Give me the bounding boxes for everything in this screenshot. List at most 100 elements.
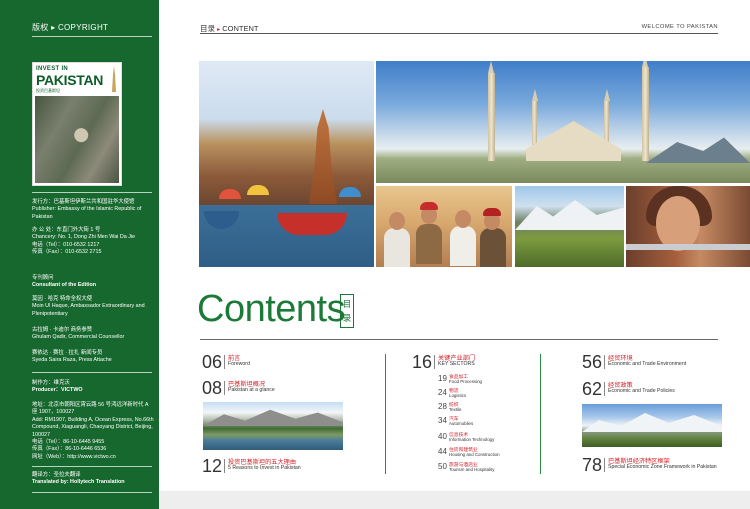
child-shape bbox=[455, 210, 471, 228]
toc-separator bbox=[224, 381, 225, 395]
contents-title: Contents bbox=[197, 288, 346, 330]
photo-river-ghats bbox=[199, 61, 374, 267]
sector-page-number: 44 bbox=[438, 447, 447, 456]
ambassador-en: Moin Ul Haque, Ambassador Extraordinary … bbox=[32, 303, 145, 317]
address-cn: 办 公 处：东直门外大街 1 号 bbox=[32, 227, 101, 233]
consultant-cn: 专刊顾问 bbox=[32, 275, 54, 281]
header-rule bbox=[200, 33, 718, 34]
divider bbox=[32, 466, 152, 467]
minaret-shape bbox=[488, 61, 495, 161]
consultant-block: 专刊顾问 Consultant of the Edition bbox=[32, 275, 154, 290]
producer-cn: 制作方：维克沃 bbox=[32, 380, 70, 386]
producer-address-cn: 地址：北京市朝阳区霄云路 56 号鸿远洋新时代 A 座 1907，100027 bbox=[32, 402, 149, 416]
publisher-en: Publisher: Embassy of the Islamic Republ… bbox=[32, 206, 142, 220]
mountain-shape bbox=[203, 409, 343, 426]
thumb-mountain-photo bbox=[582, 404, 722, 447]
sector-page-number: 40 bbox=[438, 432, 447, 441]
copyright-sidebar: 版权 ▸ COPYRIGHT INVEST IN PAKISTAN 投资巴基斯坦… bbox=[0, 0, 159, 509]
producer-address-block: 地址：北京市朝阳区霄云路 56 号鸿远洋新时代 A 座 1907，100027 … bbox=[32, 402, 154, 461]
sector-item[interactable]: 40 信息技术 Information Technology bbox=[438, 432, 518, 444]
ambassador-block: 莫因 · 哈克 特命全权大使 Moin Ul Haque, Ambassador… bbox=[32, 296, 154, 318]
toc-title-en: Pakistan at a glance bbox=[228, 387, 275, 393]
producer-en: Producer：VICTWO bbox=[32, 387, 83, 394]
cover-aerial-photo bbox=[35, 96, 119, 183]
counsellor-cn: 古拉姆 · 卡迪尔 商务参赞 bbox=[32, 327, 93, 333]
sector-page-number: 19 bbox=[438, 374, 447, 383]
child-shape bbox=[483, 208, 501, 216]
sector-page-number: 24 bbox=[438, 388, 447, 397]
sector-item[interactable]: 24 物流 Logistics bbox=[438, 388, 518, 400]
producer-fax: 传真（Fax）：86-10-6446 6536 bbox=[32, 446, 107, 453]
sector-page-number: 34 bbox=[438, 416, 447, 425]
divider bbox=[32, 36, 152, 37]
toc-title-en: Economic and Trade Policies bbox=[608, 388, 675, 394]
press-cn: 赛依达 · 赛拉 · 拉扎 新闻专员 bbox=[32, 350, 103, 356]
boat-shape bbox=[204, 211, 239, 229]
umbrella-shape bbox=[247, 185, 269, 195]
toc-page-number: 16 bbox=[412, 352, 433, 372]
counsellor-en: Ghulam Qadir, Commercial Counsellor bbox=[32, 334, 125, 341]
translation-en: Translated by: Hollytech Translation bbox=[32, 479, 125, 486]
child-shape bbox=[416, 224, 442, 264]
child-shape bbox=[450, 226, 476, 266]
producer-web: 网址（Web）：http://www.victwo.cn bbox=[32, 453, 116, 460]
sector-title-en: Textile bbox=[449, 407, 462, 412]
sector-item[interactable]: 50 旅游与酒店业 Tourism and Hospitality bbox=[438, 462, 518, 474]
toc-page-number: 12 bbox=[202, 456, 223, 476]
sector-title-en: Food Processing bbox=[449, 379, 482, 384]
toc-separator bbox=[604, 382, 605, 396]
toc-page-number: 08 bbox=[202, 378, 223, 398]
toc-page-number: 56 bbox=[582, 352, 603, 372]
chancery-block: 办 公 处：东直门外大街 1 号 Chancery: No. 1, Dong Z… bbox=[32, 227, 154, 257]
toc-entry-environment[interactable]: 56 经贸环境 Economic and Trade Environment bbox=[582, 352, 732, 374]
mountain-shape bbox=[515, 200, 624, 230]
sector-item[interactable]: 19 食品加工 Food Processing bbox=[438, 374, 518, 386]
sector-item[interactable]: 34 汽车 Automobiles bbox=[438, 416, 518, 428]
fax: 传真（Fax）：010-6532 2715 bbox=[32, 249, 102, 256]
mulu-char: 录 bbox=[342, 313, 352, 323]
mulu-char: 目 bbox=[342, 299, 352, 309]
toc-title-en: KEY SECTORS bbox=[438, 361, 475, 367]
toc-entry-reasons[interactable]: 12 投资巴基斯坦的五大理由 5 Reasons to Invest in Pa… bbox=[202, 456, 372, 478]
welcome-text: WELCOME TO PAKISTAN bbox=[641, 24, 718, 30]
consultant-en: Consultant of the Edition bbox=[32, 282, 97, 289]
thumb-lake-photo bbox=[203, 402, 343, 450]
contents-rule bbox=[200, 339, 718, 340]
toc-entry-sez[interactable]: 78 巴基斯坦经济特区框架 Special Economic Zone Fram… bbox=[582, 455, 742, 477]
publisher-block: 发行方：巴基斯坦伊斯兰共和国驻华大使馆 Publisher: Embassy o… bbox=[32, 199, 154, 221]
divider bbox=[32, 372, 152, 373]
mulu-badge: 目 录 bbox=[340, 294, 354, 328]
cover-header: INVEST IN PAKISTAN 投资巴基斯坦 bbox=[33, 63, 121, 95]
child-shape bbox=[384, 228, 410, 267]
toc-entry-key-sectors[interactable]: 16 关键产业部门 KEY SECTORS bbox=[412, 352, 532, 374]
toc-title-en: Economic and Trade Environment bbox=[608, 361, 687, 367]
umbrella-shape bbox=[339, 187, 361, 197]
child-shape bbox=[420, 202, 438, 210]
cover-subtitle: 投资巴基斯坦 bbox=[36, 88, 60, 93]
divider bbox=[32, 492, 152, 493]
toc-title-en: Special Economic Zone Framework in Pakis… bbox=[608, 464, 717, 470]
toc-separator bbox=[604, 458, 605, 472]
translation-cn: 翻译方：圣拉夫翻译 bbox=[32, 472, 81, 478]
photo-children bbox=[376, 186, 512, 267]
contents-page: 目录 ▸ CONTENT WELCOME TO PAKISTAN Content… bbox=[159, 0, 750, 509]
toc-entry-policies[interactable]: 62 经贸政策 Economic and Trade Policies bbox=[582, 379, 732, 401]
umbrella-shape bbox=[219, 189, 241, 199]
publisher-cn: 发行方：巴基斯坦伊斯兰共和国驻华大使馆 bbox=[32, 199, 135, 205]
sector-page-number: 28 bbox=[438, 402, 447, 411]
toc-entry-foreword[interactable]: 06 前言 Foreword bbox=[202, 352, 372, 374]
sector-item[interactable]: 44 住房和建筑业 Housing and Construction bbox=[438, 447, 518, 459]
temple-shape bbox=[309, 109, 337, 204]
sector-page-number: 50 bbox=[438, 462, 447, 471]
toc-separator bbox=[434, 355, 435, 369]
toc-title-en: Foreword bbox=[228, 361, 250, 367]
sector-title-en: Automobiles bbox=[449, 421, 474, 426]
boat-shape bbox=[277, 213, 347, 235]
portrait-shape bbox=[656, 196, 700, 251]
sector-title-en: Tourism and Hospitality bbox=[449, 467, 495, 472]
sector-item[interactable]: 28 纺织 Textile bbox=[438, 402, 518, 414]
toc-page-number: 78 bbox=[582, 455, 603, 475]
toc-separator bbox=[604, 355, 605, 369]
toc-entry-glance[interactable]: 08 巴基斯坦概况 Pakistan at a glance bbox=[202, 378, 372, 400]
minar-icon bbox=[112, 66, 116, 92]
